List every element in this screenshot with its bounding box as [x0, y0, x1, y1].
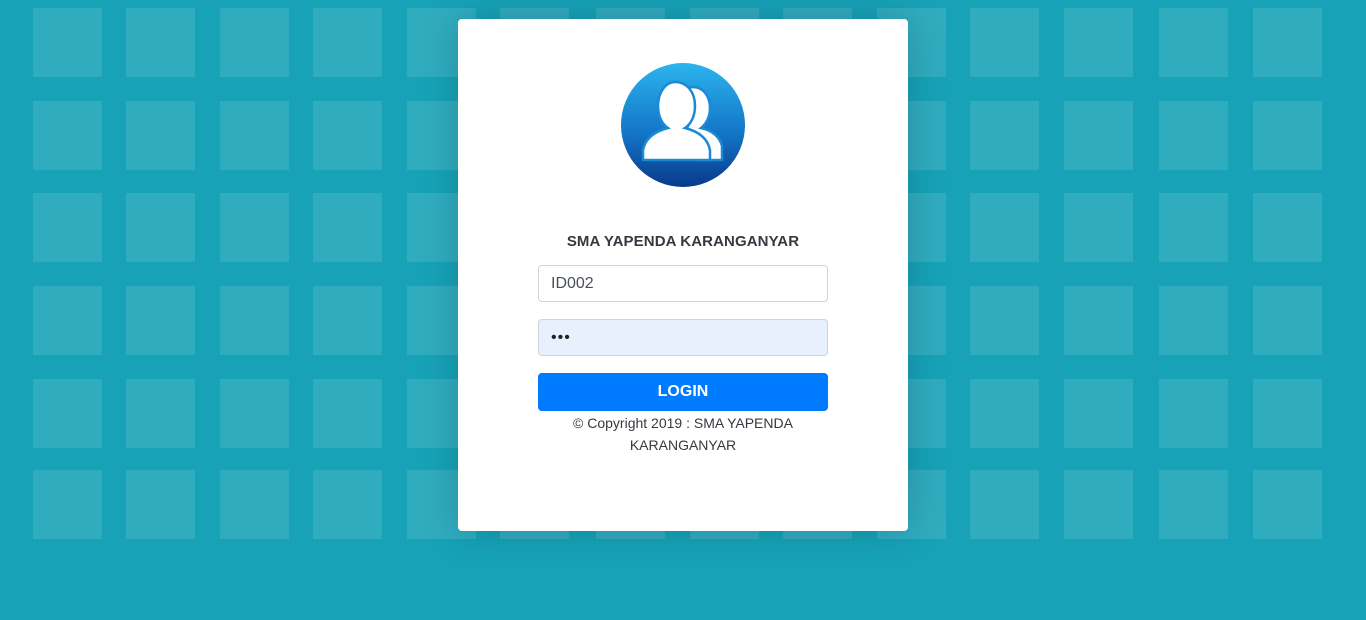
- password-input[interactable]: [538, 319, 828, 356]
- login-button[interactable]: LOGIN: [538, 373, 828, 411]
- background-tile: [33, 101, 102, 170]
- background-tile: [1064, 8, 1133, 77]
- background-tile: [1159, 286, 1228, 355]
- background-tile: [313, 101, 382, 170]
- background-tile: [970, 101, 1039, 170]
- background-tile: [126, 470, 195, 539]
- background-tile: [313, 286, 382, 355]
- background-tile: [1064, 470, 1133, 539]
- background-tile: [33, 286, 102, 355]
- copyright-text: © Copyright 2019 : SMA YAPENDA KARANGANY…: [573, 415, 793, 453]
- background-tile: [313, 8, 382, 77]
- background-tile: [1253, 8, 1322, 77]
- background-tile: [1159, 193, 1228, 262]
- login-card: SMA YAPENDA KARANGANYAR LOGIN © Copyrigh…: [458, 19, 908, 531]
- background-tile: [220, 193, 289, 262]
- background-tile: [1159, 379, 1228, 448]
- background-tile: [33, 193, 102, 262]
- background-tile: [1159, 101, 1228, 170]
- background-tile: [126, 379, 195, 448]
- background-tile: [970, 8, 1039, 77]
- background-tile: [33, 379, 102, 448]
- username-input[interactable]: [538, 265, 828, 302]
- background-tile: [1064, 193, 1133, 262]
- background-tile: [313, 470, 382, 539]
- background-tile: [970, 470, 1039, 539]
- background-tile: [1064, 286, 1133, 355]
- background-tile: [1253, 379, 1322, 448]
- background-tile: [1159, 470, 1228, 539]
- background-tile: [313, 379, 382, 448]
- background-tile: [33, 470, 102, 539]
- users-group-icon: [621, 63, 745, 187]
- background-tile: [220, 8, 289, 77]
- school-title: SMA YAPENDA KARANGANYAR: [566, 233, 800, 250]
- background-tile: [1253, 470, 1322, 539]
- background-tile: [970, 286, 1039, 355]
- background-tile: [1253, 286, 1322, 355]
- background-tile: [126, 286, 195, 355]
- background-tile: [126, 193, 195, 262]
- background-tile: [220, 470, 289, 539]
- background-tile: [33, 8, 102, 77]
- background-tile: [313, 193, 382, 262]
- background-tile: [1159, 8, 1228, 77]
- background-tile: [1253, 193, 1322, 262]
- background-tile: [126, 8, 195, 77]
- background-tile: [1064, 379, 1133, 448]
- background-tile: [1253, 101, 1322, 170]
- background-tile: [126, 101, 195, 170]
- background-tile: [970, 193, 1039, 262]
- background-tile: [970, 379, 1039, 448]
- background-tile: [220, 101, 289, 170]
- background-tile: [220, 379, 289, 448]
- background-tile: [1064, 101, 1133, 170]
- background-tile: [220, 286, 289, 355]
